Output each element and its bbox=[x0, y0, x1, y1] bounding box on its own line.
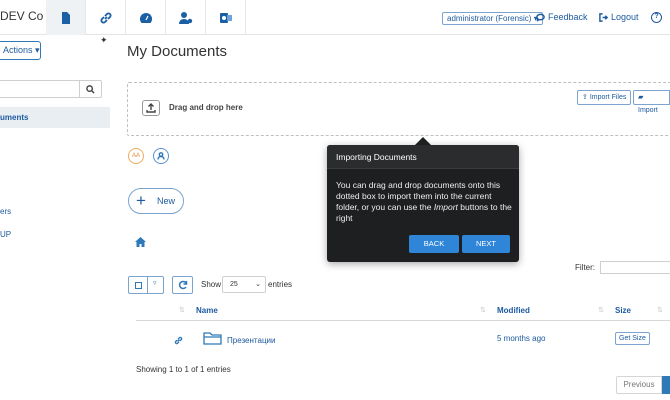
sort-icon[interactable]: ⇅ bbox=[598, 306, 604, 314]
sidebar-item-users[interactable]: ers bbox=[0, 207, 11, 216]
import-label: Import bbox=[638, 107, 658, 114]
table-info: Showing 1 to 1 of 1 entries bbox=[136, 365, 231, 374]
table-row-name[interactable]: Презентации bbox=[227, 336, 275, 345]
link-icon[interactable] bbox=[174, 334, 183, 348]
user-icon bbox=[157, 152, 165, 160]
nav-tab-user-settings[interactable] bbox=[166, 0, 206, 35]
sort-icon[interactable]: ⇅ bbox=[179, 306, 185, 314]
table-row-modified: 5 months ago bbox=[497, 334, 546, 343]
filter-label: Filter: bbox=[575, 263, 595, 272]
logout-label: Logout bbox=[611, 12, 639, 22]
search-icon bbox=[86, 84, 95, 94]
top-navbar: DEV Co administrator (Forensic) ▾ Feedba… bbox=[0, 0, 670, 35]
comment-icon bbox=[536, 13, 545, 22]
tour-popover: Importing Documents You can drag and dro… bbox=[327, 137, 519, 262]
user-gear-icon bbox=[178, 11, 192, 24]
checkbox-icon bbox=[135, 282, 142, 289]
dashboard-icon bbox=[139, 12, 152, 23]
feedback-link[interactable]: Feedback bbox=[536, 12, 588, 22]
tour-body: You can drag and drop documents onto thi… bbox=[336, 180, 512, 223]
column-header-modified[interactable]: Modified bbox=[497, 306, 530, 315]
sign-out-icon bbox=[599, 12, 608, 22]
entries-select[interactable]: 25 ⌄ bbox=[222, 276, 266, 293]
link-icon bbox=[100, 12, 111, 23]
select-all-dropdown[interactable]: ▿ bbox=[128, 276, 164, 294]
outlook-icon bbox=[219, 12, 232, 23]
sidebar-search-button[interactable] bbox=[79, 81, 101, 97]
nav-tab-outlook[interactable] bbox=[206, 0, 246, 35]
plus-icon: + bbox=[136, 191, 146, 210]
nav-tab-documents[interactable] bbox=[46, 0, 86, 35]
sidebar-search-input[interactable] bbox=[0, 80, 102, 98]
import-files-label: Import Files bbox=[589, 94, 627, 101]
sort-icon[interactable]: ⇅ bbox=[657, 306, 663, 314]
brand-name: DEV Co bbox=[0, 9, 44, 23]
table-header-divider bbox=[136, 320, 670, 321]
import-files-button[interactable]: ⇪ Import Files bbox=[577, 90, 632, 105]
column-header-size[interactable]: Size bbox=[615, 306, 631, 315]
feedback-label: Feedback bbox=[548, 12, 588, 22]
help-icon[interactable]: ? bbox=[651, 12, 662, 23]
logout-link[interactable]: Logout bbox=[599, 12, 639, 22]
entries-label: entries bbox=[268, 280, 293, 289]
previous-page-button[interactable]: Previous bbox=[616, 376, 662, 394]
actions-button[interactable]: Actions ▾ bbox=[0, 41, 41, 60]
import-button[interactable]: ▰ Import bbox=[633, 90, 670, 114]
chevron-down-icon: ⌄ bbox=[255, 281, 261, 288]
user-role-select[interactable]: administrator (Forensic) ▾ bbox=[442, 12, 543, 25]
tour-back-button[interactable]: BACK bbox=[409, 235, 459, 253]
tour-title: Importing Documents bbox=[327, 145, 519, 169]
tour-next-button[interactable]: NEXT bbox=[462, 235, 510, 253]
refresh-icon bbox=[178, 280, 187, 290]
column-header-name[interactable]: Name bbox=[196, 306, 218, 315]
user-circle-button[interactable] bbox=[153, 148, 169, 164]
show-label: Show bbox=[201, 280, 222, 289]
pin-icon[interactable]: ✦ bbox=[100, 35, 108, 46]
new-button[interactable]: + New bbox=[128, 188, 184, 214]
sidebar-item-group[interactable]: UP bbox=[0, 230, 11, 239]
sidebar-item-my-documents[interactable]: uments bbox=[0, 107, 110, 128]
new-label: New bbox=[157, 196, 176, 206]
nav-tab-dashboard[interactable] bbox=[126, 0, 166, 35]
folder-icon bbox=[203, 331, 223, 348]
sort-icon[interactable]: ⇅ bbox=[480, 306, 486, 314]
page-title: My Documents bbox=[127, 43, 228, 60]
get-size-button[interactable]: Get Size bbox=[615, 332, 650, 345]
entries-value: 25 bbox=[230, 281, 238, 288]
sidebar: Actions ▾ ✦ uments ers UP bbox=[0, 35, 110, 400]
avatar-aa[interactable]: AA bbox=[128, 148, 144, 164]
filter-input[interactable] bbox=[600, 261, 670, 274]
chevron-down-icon: ▿ bbox=[153, 280, 157, 287]
document-icon bbox=[61, 11, 70, 24]
dropzone-label: Drag and drop here bbox=[169, 103, 243, 112]
nav-tab-links[interactable] bbox=[86, 0, 126, 35]
breadcrumb-home-icon[interactable] bbox=[135, 236, 146, 250]
upload-icon bbox=[142, 100, 160, 116]
refresh-button[interactable] bbox=[172, 276, 193, 294]
page-1-button[interactable] bbox=[662, 376, 670, 394]
